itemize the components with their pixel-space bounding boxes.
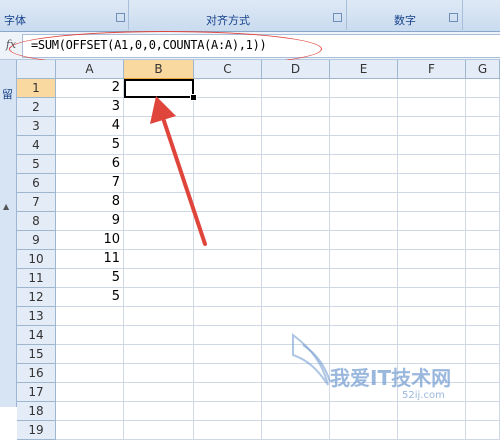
annotation-arrow	[150, 96, 207, 246]
cell-e19[interactable]	[330, 421, 398, 440]
cell-b19[interactable]	[124, 421, 194, 440]
cell-g19[interactable]	[466, 421, 500, 440]
cell-a19[interactable]	[56, 421, 124, 440]
watermark-text: 我爱IT技术网	[330, 366, 452, 390]
watermark-subtext: 52ij.com	[402, 390, 445, 401]
cell-c19[interactable]	[194, 421, 262, 440]
row-header-19[interactable]: 19	[17, 421, 56, 440]
cell-d19[interactable]	[262, 421, 330, 440]
cell-f19[interactable]	[398, 421, 466, 440]
